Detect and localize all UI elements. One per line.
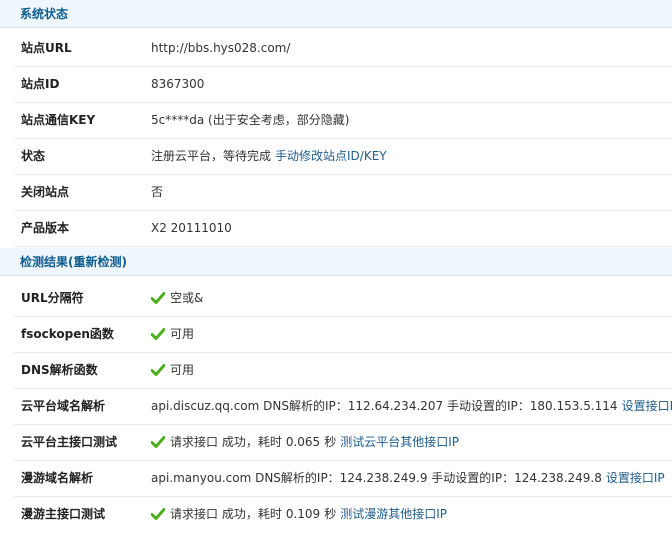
site-url-label: 站点URL [21, 41, 72, 55]
check-icon [151, 292, 165, 304]
dns-function-value: 可用 [170, 363, 195, 377]
site-id-label: 站点ID [21, 77, 60, 91]
manyou-test-other-ip-link[interactable]: 测试漫游其他接口IP [340, 507, 447, 521]
row-cloud-main-api: 云平台主接口测试 请求接口 成功，耗时 0.065 秒测试云平台其他接口IP [14, 425, 672, 461]
manyou-main-api-time: 0.109 [285, 507, 321, 521]
site-url-value: http://bbs.hys028.com/ [151, 41, 291, 55]
fsockopen-value-group: 可用 [151, 317, 194, 352]
cloud-main-api-value: 请求接口 成功，耗时 [170, 435, 282, 449]
status-value: 注册云平台，等待完成 [151, 149, 272, 163]
check-icon [151, 328, 165, 340]
check-icon [151, 508, 165, 520]
manyou-dns-value: api.manyou.com DNS解析的IP：124.238.249.9 手动… [151, 471, 602, 485]
cloud-test-other-ip-link[interactable]: 测试云平台其他接口IP [340, 435, 459, 449]
row-manyou-main-api: 漫游主接口测试 请求接口 成功，耗时 0.109 秒测试漫游其他接口IP [14, 497, 672, 533]
product-version-value: X2 20111010 [151, 221, 232, 235]
manyou-dns-label: 漫游域名解析 [21, 471, 94, 485]
row-site-closed: 关闭站点 否 [14, 175, 672, 211]
system-status-header: 系统状态 [0, 0, 672, 28]
fsockopen-value: 可用 [170, 327, 195, 341]
manyou-main-api-value-group: 请求接口 成功，耗时 0.109 秒测试漫游其他接口IP [151, 497, 447, 532]
status-label: 状态 [21, 149, 46, 163]
cloud-set-ip-link[interactable]: 设置接口IP [622, 399, 672, 413]
dns-function-label: DNS解析函数 [21, 363, 98, 377]
manyou-dns-value-group: api.manyou.com DNS解析的IP：124.238.249.9 手动… [151, 461, 665, 496]
product-version-label: 产品版本 [21, 221, 70, 235]
site-key-label: 站点通信KEY [21, 113, 96, 127]
url-separator-value: 空或& [170, 291, 204, 305]
cloud-main-api-value-group: 请求接口 成功，耗时 0.065 秒测试云平台其他接口IP [151, 425, 459, 460]
manyou-main-api-label: 漫游主接口测试 [21, 507, 106, 521]
fsockopen-label: fsockopen函数 [21, 327, 114, 341]
cloud-main-api-time: 0.065 [285, 435, 321, 449]
check-icon [151, 436, 165, 448]
manyou-main-api-unit: 秒 [324, 507, 337, 521]
site-closed-label: 关闭站点 [21, 185, 70, 199]
row-product-version: 产品版本 X2 20111010 [14, 211, 672, 247]
check-results-header: 检测结果(重新检测) [0, 248, 672, 276]
status-value-group: 注册云平台，等待完成 手动修改站点ID/KEY [151, 139, 387, 174]
row-manyou-dns: 漫游域名解析 api.manyou.com DNS解析的IP：124.238.2… [14, 461, 672, 497]
row-site-id: 站点ID 8367300 [14, 67, 672, 103]
cloud-dns-label: 云平台域名解析 [21, 399, 106, 413]
row-dns-function: DNS解析函数 可用 [14, 353, 672, 389]
check-icon [151, 364, 165, 376]
cloud-dns-value: api.discuz.qq.com DNS解析的IP：112.64.234.20… [151, 399, 618, 413]
edit-site-id-key-link[interactable]: 手动修改站点ID/KEY [275, 149, 387, 163]
row-site-key: 站点通信KEY 5c****da (出于安全考虑，部分隐藏) [14, 103, 672, 139]
dns-function-value-group: 可用 [151, 353, 194, 388]
cloud-main-api-unit: 秒 [324, 435, 337, 449]
url-separator-label: URL分隔符 [21, 291, 84, 305]
site-key-value: 5c****da (出于安全考虑，部分隐藏) [151, 113, 350, 127]
recheck-link[interactable]: (重新检测) [68, 255, 127, 269]
row-cloud-dns: 云平台域名解析 api.discuz.qq.com DNS解析的IP：112.6… [14, 389, 672, 425]
row-fsockopen: fsockopen函数 可用 [14, 317, 672, 353]
site-id-value: 8367300 [151, 77, 205, 91]
cloud-main-api-label: 云平台主接口测试 [21, 435, 118, 449]
site-closed-value: 否 [151, 185, 164, 199]
url-separator-value-group: 空或& [151, 281, 203, 316]
system-status-title: 系统状态 [20, 7, 69, 21]
cloud-platform-status-page: 系统状态 站点URL http://bbs.hys028.com/ 站点ID 8… [0, 0, 672, 533]
cloud-dns-value-group: api.discuz.qq.com DNS解析的IP：112.64.234.20… [151, 389, 672, 424]
manyou-main-api-value: 请求接口 成功，耗时 [170, 507, 282, 521]
manyou-set-ip-link[interactable]: 设置接口IP [606, 471, 665, 485]
row-site-url: 站点URL http://bbs.hys028.com/ [14, 31, 672, 67]
check-results-title: 检测结果 [20, 255, 69, 269]
row-url-separator: URL分隔符 空或& [14, 281, 672, 317]
row-status: 状态 注册云平台，等待完成 手动修改站点ID/KEY [14, 139, 672, 175]
